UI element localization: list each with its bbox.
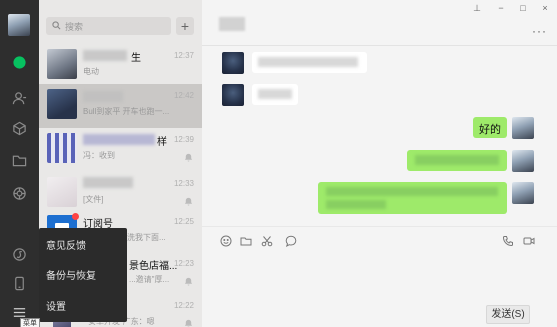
search-input[interactable]: 搜索 xyxy=(46,17,171,35)
user-avatar[interactable] xyxy=(8,14,30,36)
chat-preview: Bull到家平 开车也跑一... xyxy=(83,107,170,116)
chat-preview: 洗我下面... xyxy=(127,233,166,242)
message-bubble-self: 好的 xyxy=(473,117,507,138)
contacts-icon[interactable] xyxy=(9,88,29,108)
chat-name: 景色店福... xyxy=(129,261,178,272)
search-icon xyxy=(52,21,61,30)
chat-time: 12:22 xyxy=(173,301,194,310)
chat-preview: 冯：收到 xyxy=(83,151,115,160)
folder-icon[interactable] xyxy=(240,235,252,247)
close-button[interactable]: × xyxy=(538,3,552,13)
add-chat-button[interactable]: + xyxy=(176,17,194,35)
chat-time: 12:33 xyxy=(173,179,194,188)
self-avatar[interactable] xyxy=(512,117,534,139)
unread-badge xyxy=(72,213,79,220)
chat-preview: 电动 xyxy=(83,67,99,76)
search-placeholder: 搜索 xyxy=(65,22,84,32)
chat-header: ⊥ − □ × ··· xyxy=(202,0,557,46)
message-bubble xyxy=(252,84,298,105)
menu-item-backup[interactable]: 备份与恢复 xyxy=(46,267,96,282)
menu-tooltip: 菜单 xyxy=(20,318,40,327)
scissors-icon[interactable] xyxy=(261,235,273,247)
mute-icon xyxy=(184,197,193,206)
chat-name: 生 xyxy=(131,53,141,64)
menu-item-settings[interactable]: 设置 xyxy=(46,298,66,313)
chat-list-item[interactable]: Bull到家平 开车也跑一... 12:42 xyxy=(39,84,202,128)
chat-name: 样 xyxy=(157,137,167,148)
pin-icon[interactable]: ⊥ xyxy=(470,3,484,14)
more-options-icon[interactable]: ··· xyxy=(532,24,547,38)
chat-avatar xyxy=(47,177,77,207)
chat-preview: [文件] xyxy=(83,195,104,204)
video-call-icon[interactable] xyxy=(523,235,535,247)
chat-time: 12:23 xyxy=(173,259,194,268)
menu-item-feedback[interactable]: 意见反馈 xyxy=(46,237,86,252)
chat-time: 12:42 xyxy=(173,91,194,100)
send-button[interactable]: 发送(S) xyxy=(486,305,530,324)
moments-icon[interactable] xyxy=(9,183,29,203)
minimize-button[interactable]: − xyxy=(494,3,508,13)
contact-avatar[interactable] xyxy=(222,84,244,106)
mute-icon xyxy=(184,277,193,286)
mute-icon xyxy=(184,319,193,327)
favorites-icon[interactable] xyxy=(9,118,29,138)
sidebar-rail xyxy=(0,0,39,327)
self-avatar[interactable] xyxy=(512,150,534,172)
chat-list-item[interactable]: 生 电动 12:37 xyxy=(39,44,202,88)
chat-time: 12:25 xyxy=(173,217,194,226)
settings-popup-menu: 意见反馈 备份与恢复 设置 xyxy=(39,228,127,322)
message-bubble xyxy=(252,52,367,73)
chat-window: ⊥ − □ × ··· 好的 发送(S) xyxy=(202,0,557,327)
chat-icon[interactable] xyxy=(9,52,29,72)
files-icon[interactable] xyxy=(9,150,29,170)
mute-icon xyxy=(184,153,193,162)
self-avatar[interactable] xyxy=(512,182,534,204)
chat-time: 12:39 xyxy=(173,135,194,144)
miniprogram-icon[interactable] xyxy=(9,244,29,264)
chat-history-icon[interactable] xyxy=(285,235,297,247)
maximize-button[interactable]: □ xyxy=(516,3,530,13)
message-bubble-self xyxy=(318,182,507,214)
chat-preview: ...邀请"厚... xyxy=(129,275,170,284)
chat-time: 12:37 xyxy=(173,51,194,60)
emoji-icon[interactable] xyxy=(220,235,232,247)
chat-title xyxy=(219,17,245,31)
voice-call-icon[interactable] xyxy=(502,235,514,247)
chat-avatar xyxy=(47,49,77,79)
phone-icon[interactable] xyxy=(9,273,29,293)
chat-list-item[interactable]: 样 冯：收到 12:39 xyxy=(39,128,202,172)
contact-avatar[interactable] xyxy=(222,52,244,74)
message-bubble-self xyxy=(407,150,507,171)
chat-avatar xyxy=(47,89,77,119)
chat-avatar xyxy=(47,133,77,163)
